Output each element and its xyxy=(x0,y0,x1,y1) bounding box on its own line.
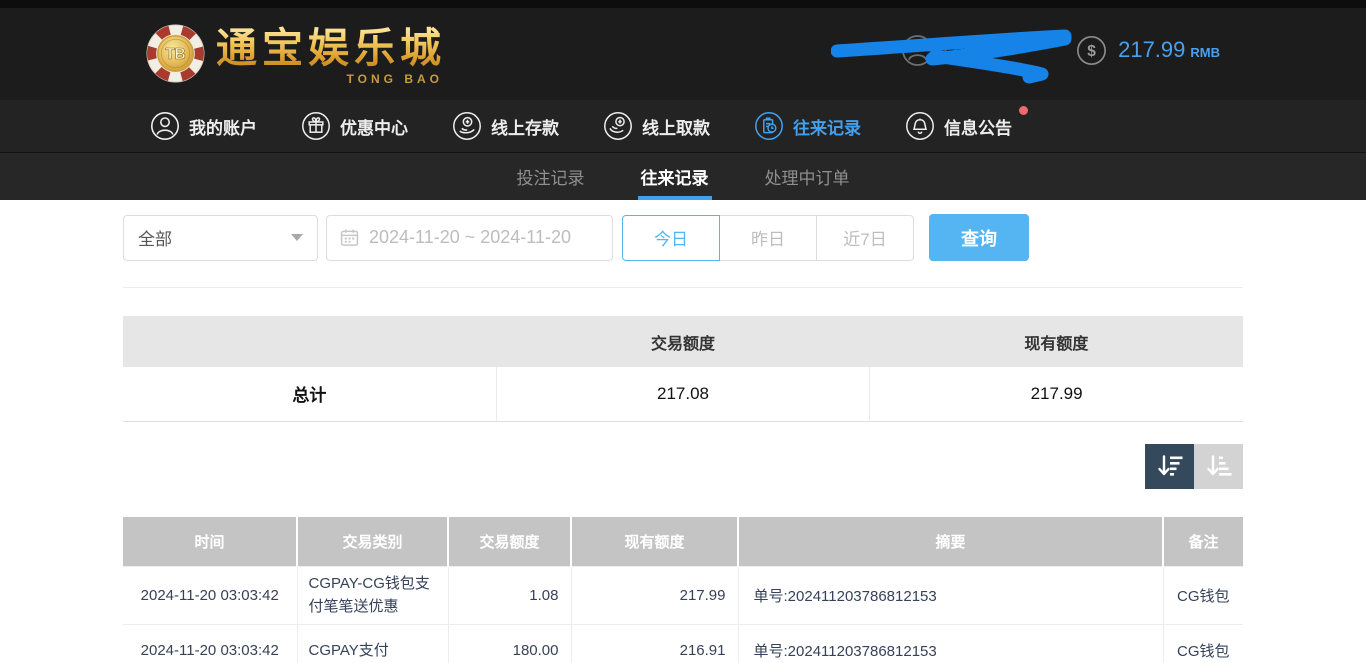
sort-ascending-button[interactable] xyxy=(1194,444,1243,489)
account-icon xyxy=(150,111,180,141)
cell-time: 2024-11-20 03:03:42 xyxy=(123,567,297,625)
range-label: 昨日 xyxy=(751,225,785,250)
nav-label: 线上取款 xyxy=(642,114,710,139)
promo-gift-icon xyxy=(301,111,331,141)
subtab-label: 处理中订单 xyxy=(765,164,850,189)
col-header-time: 时间 xyxy=(123,517,297,567)
records-table: 时间 交易类别 交易额度 现有额度 摘要 备注 2024-11-20 03:03… xyxy=(123,517,1243,663)
nav-item-my-account[interactable]: 我的账户 xyxy=(150,111,257,141)
summary-header-spacer xyxy=(123,316,496,367)
cell-type: CGPAY支付 xyxy=(297,625,448,663)
wallet-balance[interactable]: $ 217.99 RMB xyxy=(1076,35,1220,66)
summary-header-row: 交易额度 现有额度 xyxy=(123,316,1243,367)
cell-balance: 217.99 xyxy=(571,567,738,625)
nav-label: 信息公告 xyxy=(944,114,1012,139)
nav-label: 线上存款 xyxy=(491,114,559,139)
col-header-amount: 交易额度 xyxy=(448,517,571,567)
col-header-note: 备注 xyxy=(1163,517,1243,567)
nav-label: 我的账户 xyxy=(189,114,257,139)
cell-amount: 180.00 xyxy=(448,625,571,663)
chip-monogram: TB xyxy=(165,46,185,63)
summary-table: 交易额度 现有额度 总计 217.08 217.99 xyxy=(123,316,1243,422)
records-icon xyxy=(754,111,784,141)
range-button-yesterday[interactable]: 昨日 xyxy=(719,215,817,261)
tab-pending-orders[interactable]: 处理中订单 xyxy=(762,153,853,200)
currency-label: RMB xyxy=(1190,45,1220,60)
subtab-label: 往来记录 xyxy=(641,164,709,189)
cell-time: 2024-11-20 03:03:42 xyxy=(123,625,297,663)
range-label: 今日 xyxy=(654,225,688,250)
summary-header-current: 现有额度 xyxy=(870,316,1243,367)
bell-icon xyxy=(905,111,935,141)
main-navigation: 我的账户 优惠中心 线上存款 线上取款 xyxy=(0,100,1366,153)
cell-balance: 216.91 xyxy=(571,625,738,663)
cell-amount: 1.08 xyxy=(448,567,571,625)
cell-type: CGPAY-CG钱包支付笔笔送优惠 xyxy=(297,567,448,625)
logo-text: 通宝娱乐城 TONG BAO xyxy=(216,22,446,84)
search-button[interactable]: 查询 xyxy=(929,214,1029,261)
nav-label: 往来记录 xyxy=(793,114,861,139)
nav-label: 优惠中心 xyxy=(340,114,408,139)
table-row: 2024-11-20 03:03:42 CGPAY支付 180.00 216.9… xyxy=(123,625,1243,663)
col-header-summary: 摘要 xyxy=(738,517,1163,567)
tab-betting-records[interactable]: 投注记录 xyxy=(514,153,588,200)
summary-current-total: 217.99 xyxy=(870,367,1243,421)
table-row: 2024-11-20 03:03:42 CGPAY-CG钱包支付笔笔送优惠 1.… xyxy=(123,567,1243,625)
records-header-row: 时间 交易类别 交易额度 现有额度 摘要 备注 xyxy=(123,517,1243,567)
col-header-type: 交易类别 xyxy=(297,517,448,567)
top-header: TB 通宝娱乐城 TONG BAO chengo $ 217.99 RMB xyxy=(0,0,1366,100)
sort-ascending-icon xyxy=(1205,453,1233,479)
site-name: 通宝娱乐城 xyxy=(216,22,446,74)
category-select[interactable]: 全部 xyxy=(123,215,318,261)
cell-summary: 单号:202411203786812153 xyxy=(738,625,1163,663)
date-range-input[interactable]: 2024-11-20 ~ 2024-11-20 xyxy=(326,215,613,261)
deposit-icon xyxy=(452,111,482,141)
withdraw-icon xyxy=(603,111,633,141)
account-area: chengo $ 217.99 RMB xyxy=(901,0,1220,100)
poker-chip-logo-icon: TB xyxy=(145,23,206,84)
category-selected-value: 全部 xyxy=(138,225,172,250)
subtab-label: 投注记录 xyxy=(517,164,585,189)
sort-descending-icon xyxy=(1156,453,1184,479)
col-header-balance: 现有额度 xyxy=(571,517,738,567)
nav-item-promotions[interactable]: 优惠中心 xyxy=(301,111,408,141)
site-logo[interactable]: TB 通宝娱乐城 TONG BAO xyxy=(145,22,446,84)
user-group[interactable]: chengo xyxy=(901,34,1006,67)
summary-header-transaction: 交易额度 xyxy=(496,316,869,367)
sort-controls xyxy=(123,444,1243,489)
tab-transaction-records[interactable]: 往来记录 xyxy=(638,153,712,200)
range-label: 近7日 xyxy=(843,225,886,250)
quick-range-group: 今日 昨日 近7日 xyxy=(622,215,914,261)
svg-text:$: $ xyxy=(1087,43,1096,60)
filter-bar: 全部 2024-11-20 ~ 2024-11-20 今日 昨日 近7日 查询 xyxy=(123,214,1243,261)
site-name-latin: TONG BAO xyxy=(347,72,443,86)
main-content: 全部 2024-11-20 ~ 2024-11-20 今日 昨日 近7日 查询 xyxy=(123,214,1243,663)
range-button-today[interactable]: 今日 xyxy=(622,215,720,261)
cell-summary: 单号:202411203786812153 xyxy=(738,567,1163,625)
nav-item-announcements[interactable]: 信息公告 xyxy=(905,111,1012,141)
nav-item-transaction-records[interactable]: 往来记录 xyxy=(754,111,861,141)
summary-total-row: 总计 217.08 217.99 xyxy=(123,367,1243,421)
record-subtabs: 投注记录 往来记录 处理中订单 xyxy=(0,153,1366,200)
sort-descending-button[interactable] xyxy=(1145,444,1194,489)
user-avatar-icon xyxy=(901,34,934,67)
dollar-coin-icon: $ xyxy=(1076,35,1107,66)
nav-item-withdraw[interactable]: 线上取款 xyxy=(603,111,710,141)
username: chengo xyxy=(944,39,1006,61)
summary-transaction-total: 217.08 xyxy=(496,367,869,421)
range-button-last7days[interactable]: 近7日 xyxy=(816,215,914,261)
summary-total-label: 总计 xyxy=(123,367,496,421)
nav-item-deposit[interactable]: 线上存款 xyxy=(452,111,559,141)
section-divider xyxy=(123,287,1243,288)
cell-note: CG钱包 xyxy=(1163,625,1243,663)
chevron-down-icon xyxy=(291,234,303,241)
balance-amount: 217.99 xyxy=(1118,37,1185,63)
notification-dot xyxy=(1019,106,1028,115)
cell-note: CG钱包 xyxy=(1163,567,1243,625)
calendar-icon xyxy=(340,228,359,247)
date-range-value: 2024-11-20 ~ 2024-11-20 xyxy=(369,227,571,248)
